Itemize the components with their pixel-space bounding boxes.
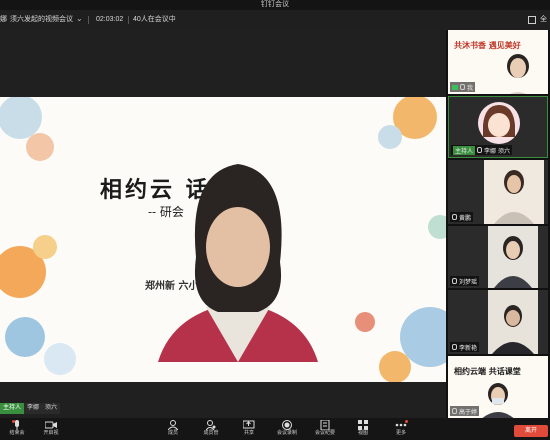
- meeting-name[interactable]: 须六发起的视频会议: [10, 10, 73, 30]
- tile-banner: 共沐书香 遇见美好: [454, 40, 521, 50]
- view-icon: [358, 420, 368, 430]
- participant-count[interactable]: 40人在会议中: [133, 10, 176, 30]
- host-tag: 主持人: [0, 403, 25, 414]
- participant-name: 刘梦瑶: [459, 279, 478, 286]
- avatar: [478, 102, 520, 144]
- toolbar-label: 成员: [167, 430, 178, 436]
- share-screen-icon: [243, 420, 255, 429]
- participant-name: 黄鹏: [459, 215, 472, 222]
- tile-caption: 刘梦瑶: [450, 276, 480, 286]
- view-button[interactable]: 视图: [346, 420, 380, 440]
- participant-role: 须六: [498, 148, 511, 155]
- divider: [128, 16, 129, 24]
- fullscreen-icon[interactable]: [528, 16, 536, 24]
- toolbar-label: 会议纪要: [314, 430, 335, 436]
- meeting-duration: 02:03:02: [96, 16, 124, 23]
- meeting-info-bar: 娜 须六发起的视频会议 ⌄ 02:03:02 40人在会议中 全: [0, 10, 550, 30]
- participant-tile[interactable]: 刘梦瑶: [448, 226, 548, 288]
- active-speaker-badge: 主持人 李娜 须六: [0, 403, 61, 414]
- avatar-fragment: 娜: [0, 16, 7, 23]
- signal-icon: [452, 84, 458, 90]
- tile-banner: 相约云端 共话课堂: [454, 366, 521, 376]
- notification-dot: [405, 420, 408, 423]
- members-icon: [168, 420, 178, 430]
- mic-icon: [452, 408, 457, 414]
- toolbar-label: 会议录制: [276, 430, 297, 436]
- tile-caption: 主持人 李娜 须六: [451, 145, 513, 155]
- members-manage-icon: [206, 420, 216, 430]
- toolbar-label: 更多: [395, 430, 406, 436]
- participant-video: [488, 290, 538, 354]
- participant-tile[interactable]: 相约云端 共话课堂 高于婷: [448, 356, 548, 418]
- mic-icon: [477, 147, 483, 153]
- participant-video: [488, 226, 538, 288]
- members-button[interactable]: 成员: [156, 420, 190, 440]
- speaker-name: 李娜: [27, 405, 40, 411]
- window-titlebar: 钉钉会议: [0, 0, 550, 10]
- members-manage-button[interactable]: 成员管: [194, 420, 228, 440]
- tile-caption: 我: [450, 82, 476, 92]
- leave-button[interactable]: 离开: [514, 425, 548, 437]
- record-button[interactable]: 会议录制: [270, 420, 304, 440]
- shared-slide: 相约云 话课堂 -- 研会 郑州新 六小学: [0, 97, 446, 382]
- toolbar-label: 共享: [243, 430, 254, 436]
- toolbar-label: 开启视: [43, 430, 59, 436]
- participant-tile[interactable]: 李新艳: [448, 290, 548, 354]
- mic-icon: [460, 84, 465, 90]
- mic-icon: [452, 344, 457, 350]
- participant-name: 高于婷: [459, 409, 478, 416]
- mic-icon: [452, 278, 457, 284]
- recording-dot: [12, 420, 15, 423]
- main-video-stage: 相约云 话课堂 -- 研会 郑州新 六小学 主持人 李娜 须六: [0, 30, 446, 418]
- camera-icon: [45, 421, 57, 429]
- share-screen-button[interactable]: 共享: [232, 420, 266, 440]
- participant-video: [482, 383, 514, 418]
- toolbar-label: 结束会: [9, 430, 25, 436]
- divider: [88, 16, 89, 24]
- tile-caption: 李新艳: [450, 342, 480, 352]
- fullscreen-label[interactable]: 全: [540, 10, 547, 30]
- chevron-down-icon[interactable]: ⌄: [76, 14, 83, 23]
- participant-name: 李娜: [484, 148, 497, 155]
- record-icon: [282, 420, 292, 430]
- mic-button[interactable]: 结束会: [0, 420, 34, 440]
- speaker-video: [158, 164, 318, 362]
- more-button[interactable]: 更多: [384, 420, 418, 440]
- window-title: 钉钉会议: [261, 1, 289, 8]
- minutes-icon: [320, 420, 330, 430]
- participant-tile[interactable]: 黄鹏: [448, 160, 548, 224]
- mic-icon: [452, 214, 457, 220]
- toolbar-label: 视图: [357, 430, 368, 436]
- participant-video: [507, 54, 529, 94]
- participant-tile[interactable]: 共沐书香 遇见美好 我: [448, 30, 548, 94]
- participant-name: 李新艳: [459, 345, 478, 352]
- tile-caption: 高于婷: [450, 406, 480, 416]
- participant-video: [484, 160, 544, 224]
- speaker-role: 须六: [45, 405, 58, 411]
- minutes-button[interactable]: 会议纪要: [308, 420, 342, 440]
- meeting-toolbar: 结束会 开启视 成员 成员管 共享 会议录制 会议纪要 视图 更多 离开: [0, 418, 550, 440]
- participant-name: 我: [467, 85, 474, 92]
- tile-caption: 黄鹏: [450, 212, 474, 222]
- toolbar-label: 成员管: [203, 430, 219, 436]
- host-tag: 主持人: [453, 145, 476, 155]
- participant-gallery[interactable]: 共沐书香 遇见美好 我 主持人 李娜 须六 黄鹏 刘梦瑶 李新艳 相约云端 共话…: [446, 30, 550, 418]
- participant-tile-host[interactable]: 主持人 李娜 须六: [448, 96, 548, 158]
- camera-button[interactable]: 开启视: [34, 420, 68, 440]
